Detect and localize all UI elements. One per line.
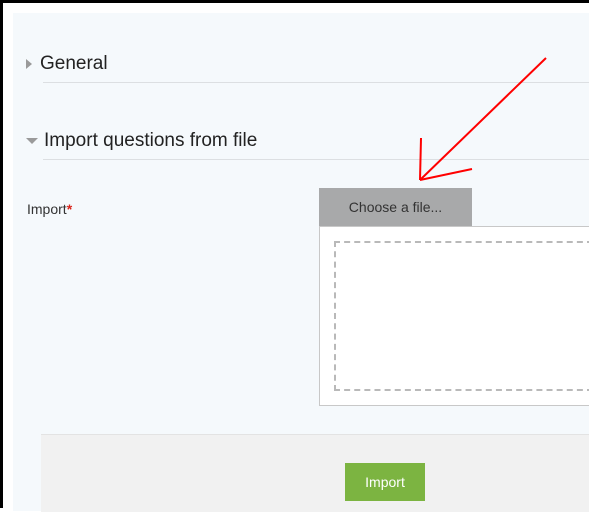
section-general-title: General bbox=[40, 53, 108, 74]
required-marker: * bbox=[66, 201, 73, 217]
import-field-label: Import* bbox=[27, 201, 72, 217]
caret-right-icon bbox=[26, 59, 32, 69]
section-divider bbox=[43, 82, 589, 83]
section-general-toggle[interactable]: General bbox=[26, 53, 108, 75]
form-panel: General Import questions from file Impor… bbox=[13, 13, 589, 512]
import-submit-button[interactable]: Import bbox=[345, 463, 425, 501]
section-import-toggle[interactable]: Import questions from file bbox=[26, 130, 257, 152]
file-dropzone[interactable] bbox=[319, 226, 589, 406]
choose-file-button[interactable]: Choose a file... bbox=[319, 188, 472, 226]
caret-down-icon bbox=[26, 138, 38, 144]
window-frame: General Import questions from file Impor… bbox=[0, 0, 589, 512]
import-label-text: Import bbox=[27, 201, 67, 217]
section-import-title: Import questions from file bbox=[44, 130, 258, 151]
form-footer: Import bbox=[41, 434, 589, 512]
section-divider bbox=[43, 159, 589, 160]
dropzone-dashed-area bbox=[334, 241, 589, 391]
